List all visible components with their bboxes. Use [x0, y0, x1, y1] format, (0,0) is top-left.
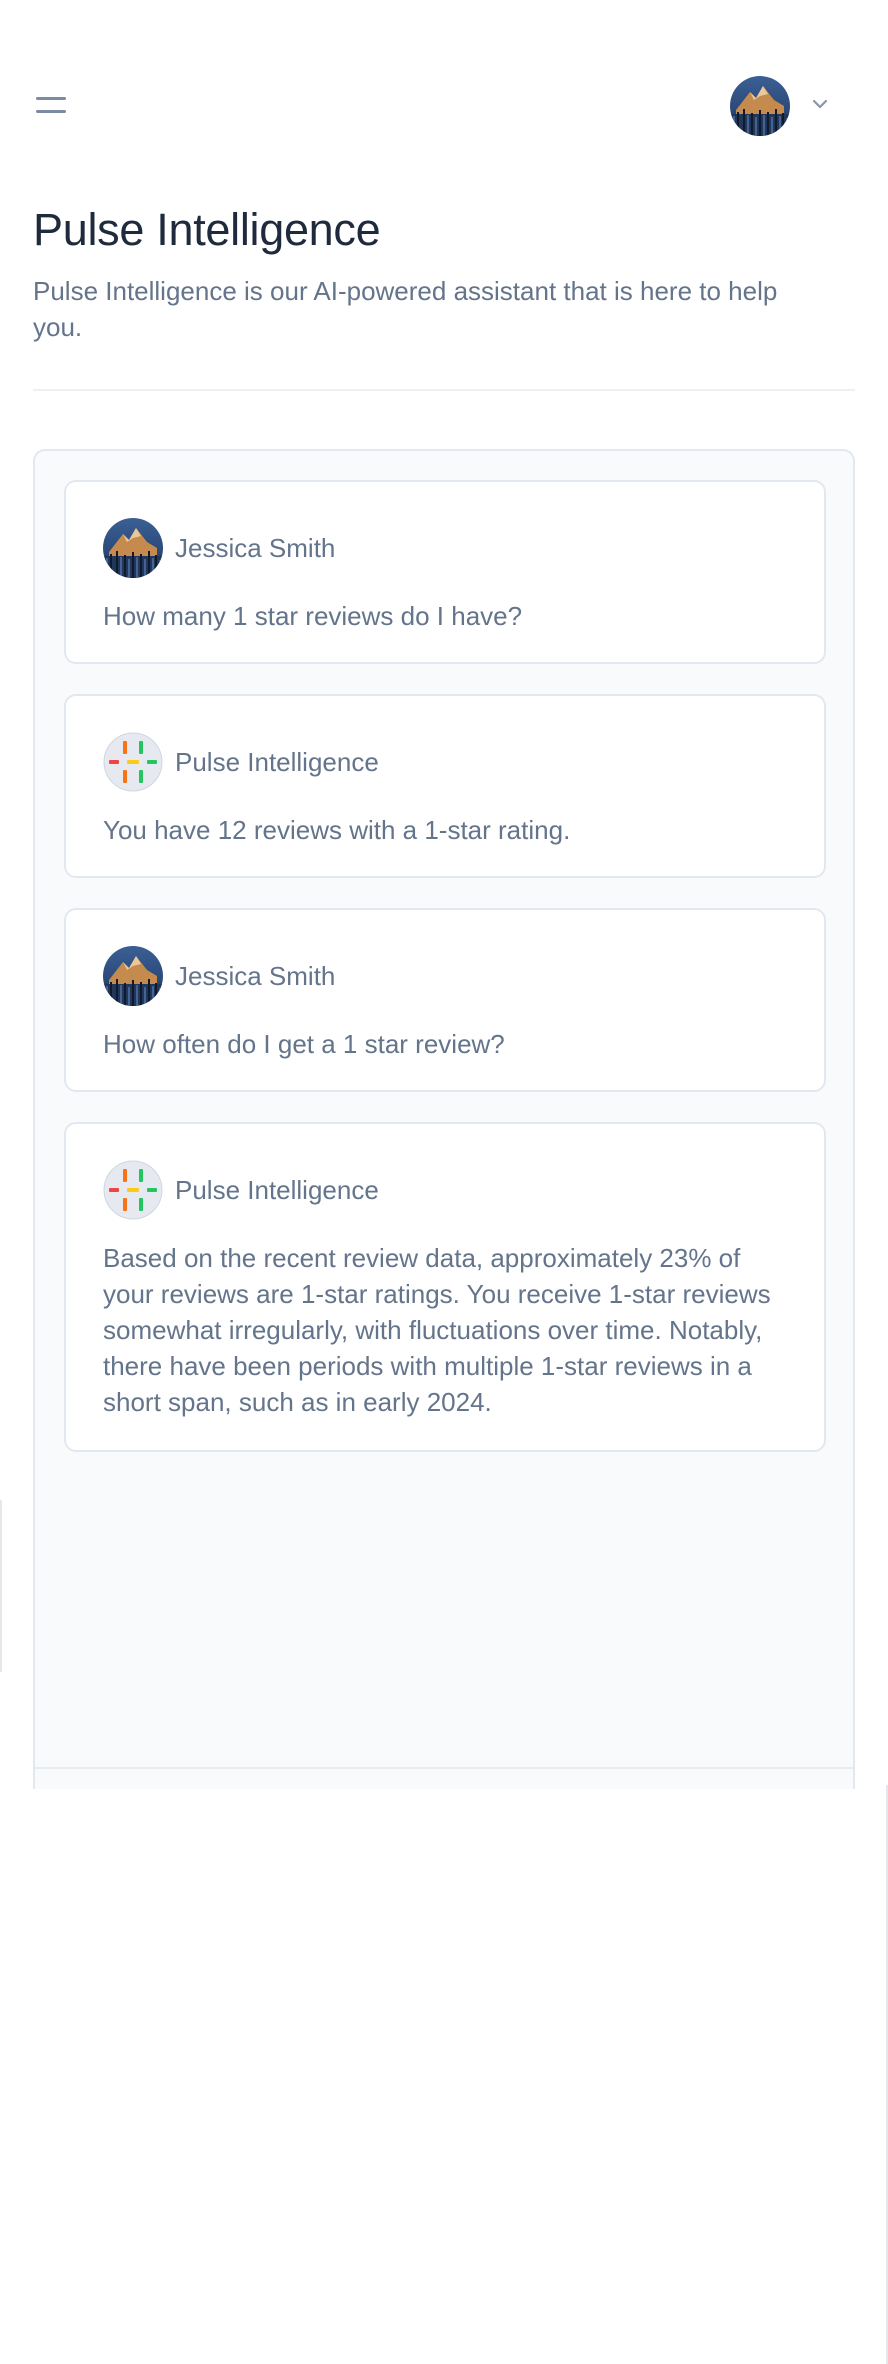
chevron-down-icon[interactable]: [810, 94, 830, 114]
header-divider: [33, 389, 855, 391]
pulse-logo-icon: [103, 1160, 163, 1220]
chat-input-divider: [35, 1767, 853, 1769]
page-title: Pulse Intelligence: [33, 204, 381, 255]
chat-message-user: Jessica Smith How many 1 star reviews do…: [64, 480, 826, 664]
message-author: Jessica Smith: [175, 533, 336, 563]
chat-panel: Jessica Smith How many 1 star reviews do…: [33, 449, 855, 1789]
chat-message-assistant: Pulse Intelligence You have 12 reviews w…: [64, 694, 826, 878]
message-author: Pulse Intelligence: [175, 1175, 379, 1205]
message-text: How often do I get a 1 star review?: [103, 1029, 505, 1059]
menu-line-top: [36, 97, 66, 100]
hamburger-menu-icon[interactable]: [36, 94, 66, 118]
chat-message-user: Jessica Smith How often do I get a 1 sta…: [64, 908, 826, 1092]
user-menu[interactable]: [730, 76, 840, 136]
pulse-logo-icon: [103, 732, 163, 792]
user-avatar-icon: [103, 518, 163, 578]
message-text: Based on the recent review data, approxi…: [103, 1243, 771, 1417]
page-description: Pulse Intelligence is our AI-powered ass…: [33, 276, 778, 342]
message-text: You have 12 reviews with a 1-star rating…: [103, 815, 571, 845]
top-bar: [0, 0, 888, 210]
edge-line: [0, 1500, 2, 1672]
message-text: How many 1 star reviews do I have?: [103, 601, 523, 631]
chat-message-assistant: Pulse Intelligence Based on the recent r…: [64, 1122, 826, 1452]
menu-line-bottom: [36, 110, 66, 113]
message-author: Jessica Smith: [175, 961, 336, 991]
user-avatar-icon: [103, 946, 163, 1006]
user-avatar-icon[interactable]: [730, 76, 790, 136]
message-author: Pulse Intelligence: [175, 747, 379, 777]
